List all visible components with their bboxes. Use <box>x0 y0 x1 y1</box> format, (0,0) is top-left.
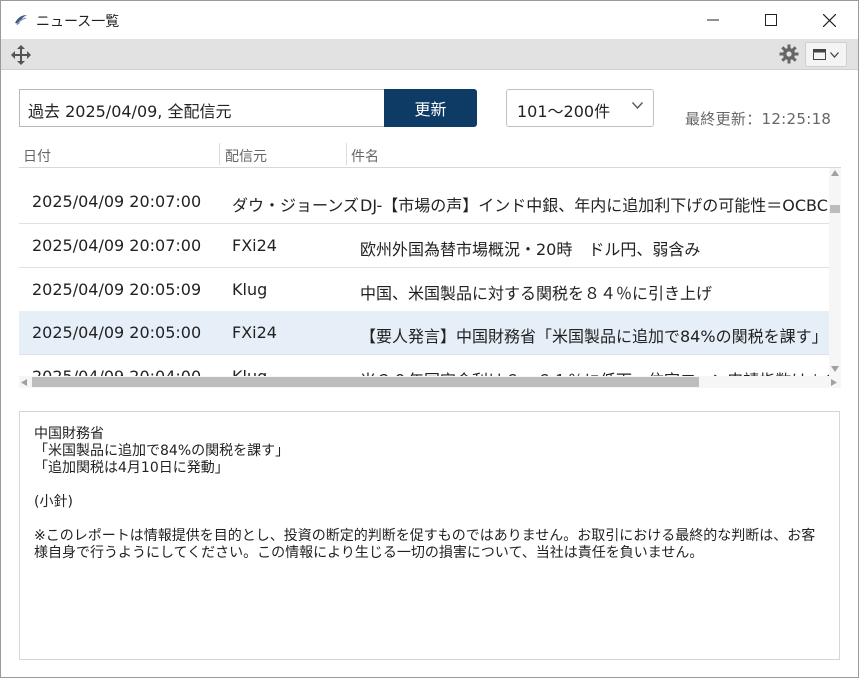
cell-title: 米３０年国定金利は６．６１％に低下 住宅ローン申請指数は＋２０ <box>360 367 829 376</box>
cell-title: DJ-【市場の声】インド中銀、年内に追加利下げの可能性＝OCBC <box>360 196 828 215</box>
cell-title: 【要人発言】中国財務省「米国製品に追加で84%の関税を課す」 <box>360 327 828 346</box>
title-bar[interactable]: ニュース一覧 <box>1 1 858 39</box>
column-header-source[interactable]: 配信元 <box>225 146 267 166</box>
chevron-down-icon <box>830 51 839 58</box>
cell-date: 2025/04/09 20:05:09 <box>32 280 202 299</box>
cell-source: ダウ・ジョーンズ <box>232 196 359 215</box>
window-layout-button[interactable] <box>805 42 847 67</box>
column-divider[interactable] <box>219 143 220 165</box>
count-select[interactable]: 101～200件 <box>506 89 654 127</box>
toolbar <box>1 39 858 70</box>
minimize-icon <box>707 19 719 21</box>
cell-source: FXi24 <box>232 323 277 342</box>
scroll-left-arrow-icon[interactable] <box>21 379 27 386</box>
chevron-down-icon <box>632 102 643 109</box>
minimize-button[interactable] <box>684 1 742 39</box>
window-title: ニュース一覧 <box>36 14 120 30</box>
cell-source: Klug <box>232 280 268 299</box>
cell-date: 2025/04/09 20:07:00 <box>32 236 202 255</box>
table-row[interactable]: 2025/04/09 20:05:09 Klug 中国、米国製品に対する関税を８… <box>19 268 829 312</box>
close-button[interactable] <box>800 1 858 39</box>
table-row[interactable]: 2025/04/09 20:07:00 FXi24 欧州外国為替市場概況・20時… <box>19 224 829 268</box>
last-updated-label: 最終更新：12:25:18 <box>685 110 832 128</box>
news-detail-text: 中国財務省 「米国製品に追加で84%の関税を課す」 「追加関税は4月10日に発動… <box>34 426 816 561</box>
cell-title: 中国、米国製品に対する関税を８４％に引き上げ <box>360 284 713 303</box>
scroll-down-arrow-icon[interactable] <box>831 366 839 372</box>
column-header-date[interactable]: 日付 <box>23 146 51 166</box>
count-select-value: 101～200件 <box>517 102 611 121</box>
cell-date: 2025/04/09 20:04:00 <box>32 367 201 376</box>
column-divider[interactable] <box>346 143 347 165</box>
maximize-button[interactable] <box>742 1 800 39</box>
vertical-scrollbar[interactable] <box>829 168 841 376</box>
close-icon <box>822 13 836 27</box>
table-header: 日付 配信元 件名 <box>19 141 841 168</box>
scroll-right-arrow-icon[interactable] <box>831 379 837 386</box>
vertical-scroll-thumb[interactable] <box>830 205 840 213</box>
cell-source: Klug <box>232 367 267 376</box>
cell-title: 欧州外国為替市場概況・20時 ドル円、弱含み <box>360 240 701 259</box>
move-icon[interactable] <box>11 45 31 65</box>
table-row[interactable]: 2025/04/09 20:07:00 ダウ・ジョーンズ DJ-【市場の声】イン… <box>19 180 829 224</box>
table-row-selected[interactable]: 2025/04/09 20:05:00 FXi24 【要人発言】中国財務省「米国… <box>19 311 829 355</box>
window-layout-icon <box>813 49 826 60</box>
search-condition-field[interactable]: 過去 2025/04/09, 全配信元 <box>19 89 385 127</box>
column-header-title[interactable]: 件名 <box>351 146 379 166</box>
cell-source: FXi24 <box>232 236 277 255</box>
app-logo-icon <box>15 15 27 26</box>
table-row[interactable]: 2025/04/09 20:04:00 Klug 米３０年国定金利は６．６１％に… <box>19 355 829 376</box>
cell-date: 2025/04/09 20:05:00 <box>32 323 202 342</box>
gear-icon[interactable] <box>779 44 799 64</box>
cell-date: 2025/04/09 20:07:00 <box>32 192 202 211</box>
news-list-window: ニュース一覧 過去 2025/04/09, 全配信元 更新 101～200件 最… <box>0 0 859 678</box>
horizontal-scroll-thumb[interactable] <box>32 377 699 387</box>
news-detail-pane[interactable]: 中国財務省 「米国製品に追加で84%の関税を課す」 「追加関税は4月10日に発動… <box>19 411 840 660</box>
news-table: 2025/04/09 20:07:00 ダウ・ジョーンズ DJ-【市場の声】イン… <box>19 168 829 376</box>
maximize-icon <box>765 14 777 26</box>
refresh-button[interactable]: 更新 <box>384 89 477 127</box>
scroll-up-arrow-icon[interactable] <box>831 170 839 176</box>
